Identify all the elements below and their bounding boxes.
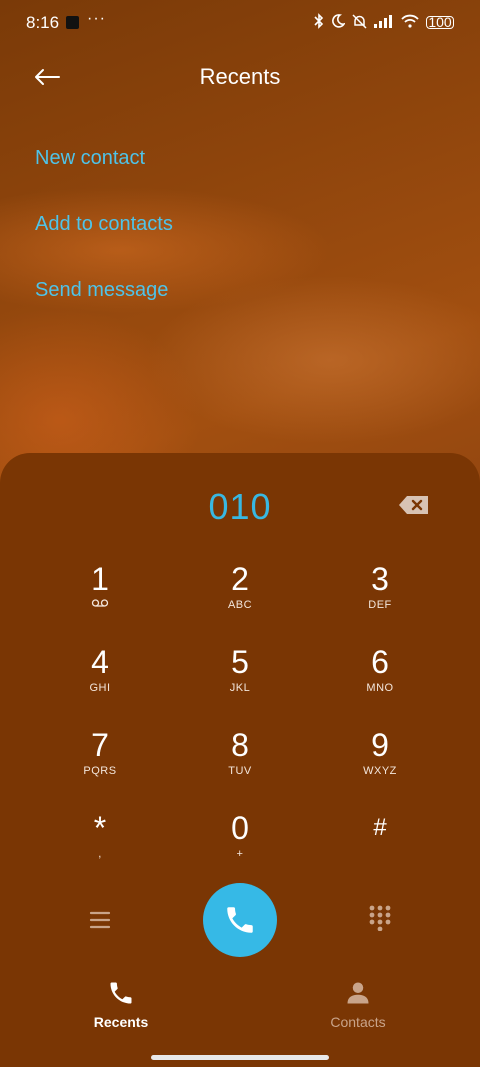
- dial-key-digit: 2: [231, 561, 249, 597]
- dial-key-5[interactable]: 5 JKL: [180, 643, 300, 713]
- dial-key-digit: 1: [91, 561, 109, 597]
- send-message-link[interactable]: Send message: [35, 279, 168, 302]
- dial-key-0[interactable]: 0 +: [180, 809, 300, 879]
- recents-phone-icon: [110, 982, 132, 1004]
- dial-key-digit: 3: [371, 561, 389, 597]
- dialpad-icon: [369, 905, 391, 931]
- backspace-button[interactable]: [398, 495, 432, 517]
- contact-person-icon: [347, 982, 369, 1004]
- dial-key-letters: WXYZ: [363, 765, 397, 777]
- dial-key-letters: +: [236, 848, 244, 860]
- voicemail-icon: [40, 598, 160, 612]
- dial-key-8[interactable]: 8 TUV: [180, 726, 300, 796]
- page-title: Recents: [199, 64, 281, 89]
- dial-key-digit: 6: [371, 644, 389, 680]
- tab-contacts-label: Contacts: [330, 1014, 386, 1030]
- call-button[interactable]: [203, 883, 277, 957]
- dial-key-1[interactable]: 1: [40, 560, 160, 630]
- dial-key-digit: *: [93, 810, 107, 846]
- more-notifications-icon: ···: [87, 10, 106, 27]
- dial-key-digit: 4: [91, 644, 109, 680]
- notification-icon: [66, 16, 79, 29]
- dial-key-digit: 8: [231, 727, 249, 763]
- add-to-contacts-link[interactable]: Add to contacts: [35, 213, 173, 236]
- dial-key-letters: MNO: [366, 682, 394, 694]
- status-time: 8:16: [26, 13, 60, 32]
- dial-key-digit: 5: [231, 644, 249, 680]
- keypad-toggle-button[interactable]: [360, 898, 400, 938]
- dial-key-4[interactable]: 4 GHI: [40, 643, 160, 713]
- menu-icon: [89, 911, 111, 929]
- dial-key-letters: TUV: [228, 765, 252, 777]
- new-contact-link[interactable]: New contact: [35, 147, 145, 170]
- signal-icon: [374, 14, 394, 31]
- tab-recents[interactable]: Recents: [61, 979, 181, 1035]
- dial-key-letters: GHI: [89, 682, 111, 694]
- status-bar: 8:16 ··· 100: [0, 0, 480, 48]
- dial-key-7[interactable]: 7 PQRS: [40, 726, 160, 796]
- phone-icon: [227, 907, 253, 933]
- wifi-icon: [401, 14, 419, 31]
- dial-key-letters: DEF: [368, 599, 392, 611]
- status-icons: 100: [314, 13, 454, 32]
- dial-key-letters: ,: [98, 848, 102, 860]
- menu-button[interactable]: [80, 900, 120, 940]
- dialpad-panel: 010 1 2 ABC 3 DEF 4 GHI 5 JKL 6 MNO 7 PQ…: [0, 453, 480, 1067]
- dial-key-digit: 0: [231, 810, 249, 846]
- home-indicator[interactable]: [151, 1055, 329, 1060]
- dial-key-2[interactable]: 2 ABC: [180, 560, 300, 630]
- dial-key-letters: PQRS: [83, 765, 117, 777]
- backspace-icon: [399, 496, 428, 514]
- dial-key-digit: #: [373, 814, 387, 841]
- dial-key-6[interactable]: 6 MNO: [320, 643, 440, 713]
- do-not-disturb-moon-icon: [331, 14, 346, 31]
- dial-key-letters: JKL: [229, 682, 251, 694]
- dial-key-3[interactable]: 3 DEF: [320, 560, 440, 630]
- app-header: Recents: [0, 52, 480, 104]
- tab-contacts[interactable]: Contacts: [298, 979, 418, 1035]
- dial-key-digit: 7: [91, 727, 109, 763]
- muted-bell-icon: [352, 13, 367, 32]
- bluetooth-icon: [314, 13, 324, 32]
- dial-key-digit: 9: [371, 727, 389, 763]
- dial-key-9[interactable]: 9 WXYZ: [320, 726, 440, 796]
- battery-icon: 100: [426, 15, 454, 29]
- dial-key-star[interactable]: * ,: [40, 809, 160, 879]
- tab-recents-label: Recents: [93, 1014, 149, 1030]
- dial-key-hash[interactable]: #: [320, 809, 440, 879]
- dial-key-letters: ABC: [227, 599, 253, 611]
